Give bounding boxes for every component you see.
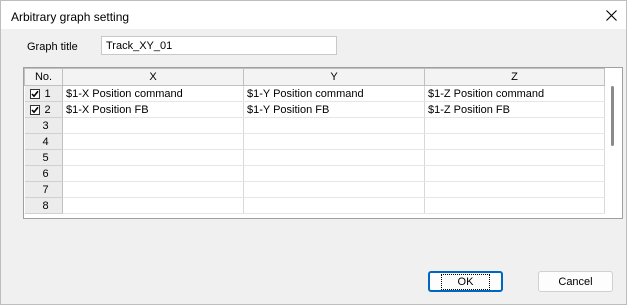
cell-z[interactable] [424,117,605,134]
window-title: Arbitrary graph setting [11,10,130,24]
scrollbar-thumb[interactable] [611,86,614,146]
row-enable-checkbox[interactable] [29,88,40,99]
cell-y[interactable] [243,181,425,198]
column-header-x[interactable]: X [62,68,244,86]
row-number-cell: 7 [24,181,63,198]
table-row: 2 $1-X Position FB $1-Y Position FB $1-Z… [24,101,605,118]
cell-z[interactable]: $1-Z Position FB [424,101,605,118]
checkmark-icon [30,106,39,113]
cancel-button[interactable]: Cancel [538,271,613,292]
cell-y[interactable] [243,165,425,182]
grid-vertical-scrollbar[interactable] [605,68,622,218]
close-button[interactable] [596,1,626,29]
cell-y[interactable]: $1-Y Position command [243,85,425,102]
graph-title-label: Graph title [27,41,78,53]
close-icon [605,9,617,21]
row-number-cell: 2 [24,101,63,118]
ok-button[interactable]: OK [428,271,503,292]
checkmark-icon [30,90,39,97]
title-bar: Arbitrary graph setting [1,1,626,29]
cell-x[interactable]: $1-X Position command [62,85,244,102]
column-header-y[interactable]: Y [243,68,425,86]
cell-x[interactable] [62,165,244,182]
row-number-cell: 1 [24,85,63,102]
table-row: 1 $1-X Position command $1-Y Position co… [24,85,605,102]
cell-x[interactable] [62,117,244,134]
arbitrary-graph-setting-dialog: Arbitrary graph setting Graph title No. … [0,0,627,305]
row-number: 2 [44,103,51,116]
table-row: 7 [24,181,605,198]
row-number: 4 [42,135,49,148]
cell-x[interactable] [62,133,244,150]
cell-x[interactable] [62,149,244,166]
column-header-no[interactable]: No. [24,68,63,86]
axis-assignment-grid: No. X Y Z 1 $1-X Position command $1-Y P… [23,67,623,219]
grid-header-row: No. X Y Z [24,68,605,86]
cell-x[interactable] [62,197,244,214]
row-number-cell: 4 [24,133,63,150]
ok-button-label: OK [440,273,491,290]
row-number: 5 [42,151,49,164]
row-number-cell: 6 [24,165,63,182]
cell-y[interactable] [243,197,425,214]
cell-z[interactable] [424,149,605,166]
cell-z[interactable] [424,197,605,214]
cell-z[interactable] [424,181,605,198]
row-number: 7 [42,183,49,196]
cell-x[interactable] [62,181,244,198]
table-row: 3 [24,117,605,134]
cell-z[interactable] [424,133,605,150]
row-number-cell: 3 [24,117,63,134]
row-number-cell: 5 [24,149,63,166]
cell-z[interactable] [424,165,605,182]
table-row: 4 [24,133,605,150]
cell-y[interactable] [243,117,425,134]
table-row: 5 [24,149,605,166]
cell-y[interactable] [243,149,425,166]
row-number: 3 [42,119,49,132]
table-row: 8 [24,197,605,214]
cell-z[interactable]: $1-Z Position command [424,85,605,102]
grid-table: No. X Y Z 1 $1-X Position command $1-Y P… [24,68,605,214]
row-number: 8 [42,199,49,212]
row-number: 1 [44,87,51,100]
cell-y[interactable] [243,133,425,150]
table-row: 6 [24,165,605,182]
cell-x[interactable]: $1-X Position FB [62,101,244,118]
row-number: 6 [42,167,49,180]
row-number-cell: 8 [24,197,63,214]
cell-y[interactable]: $1-Y Position FB [243,101,425,118]
row-enable-checkbox[interactable] [29,104,40,115]
graph-title-input[interactable] [101,36,337,55]
column-header-z[interactable]: Z [424,68,605,86]
